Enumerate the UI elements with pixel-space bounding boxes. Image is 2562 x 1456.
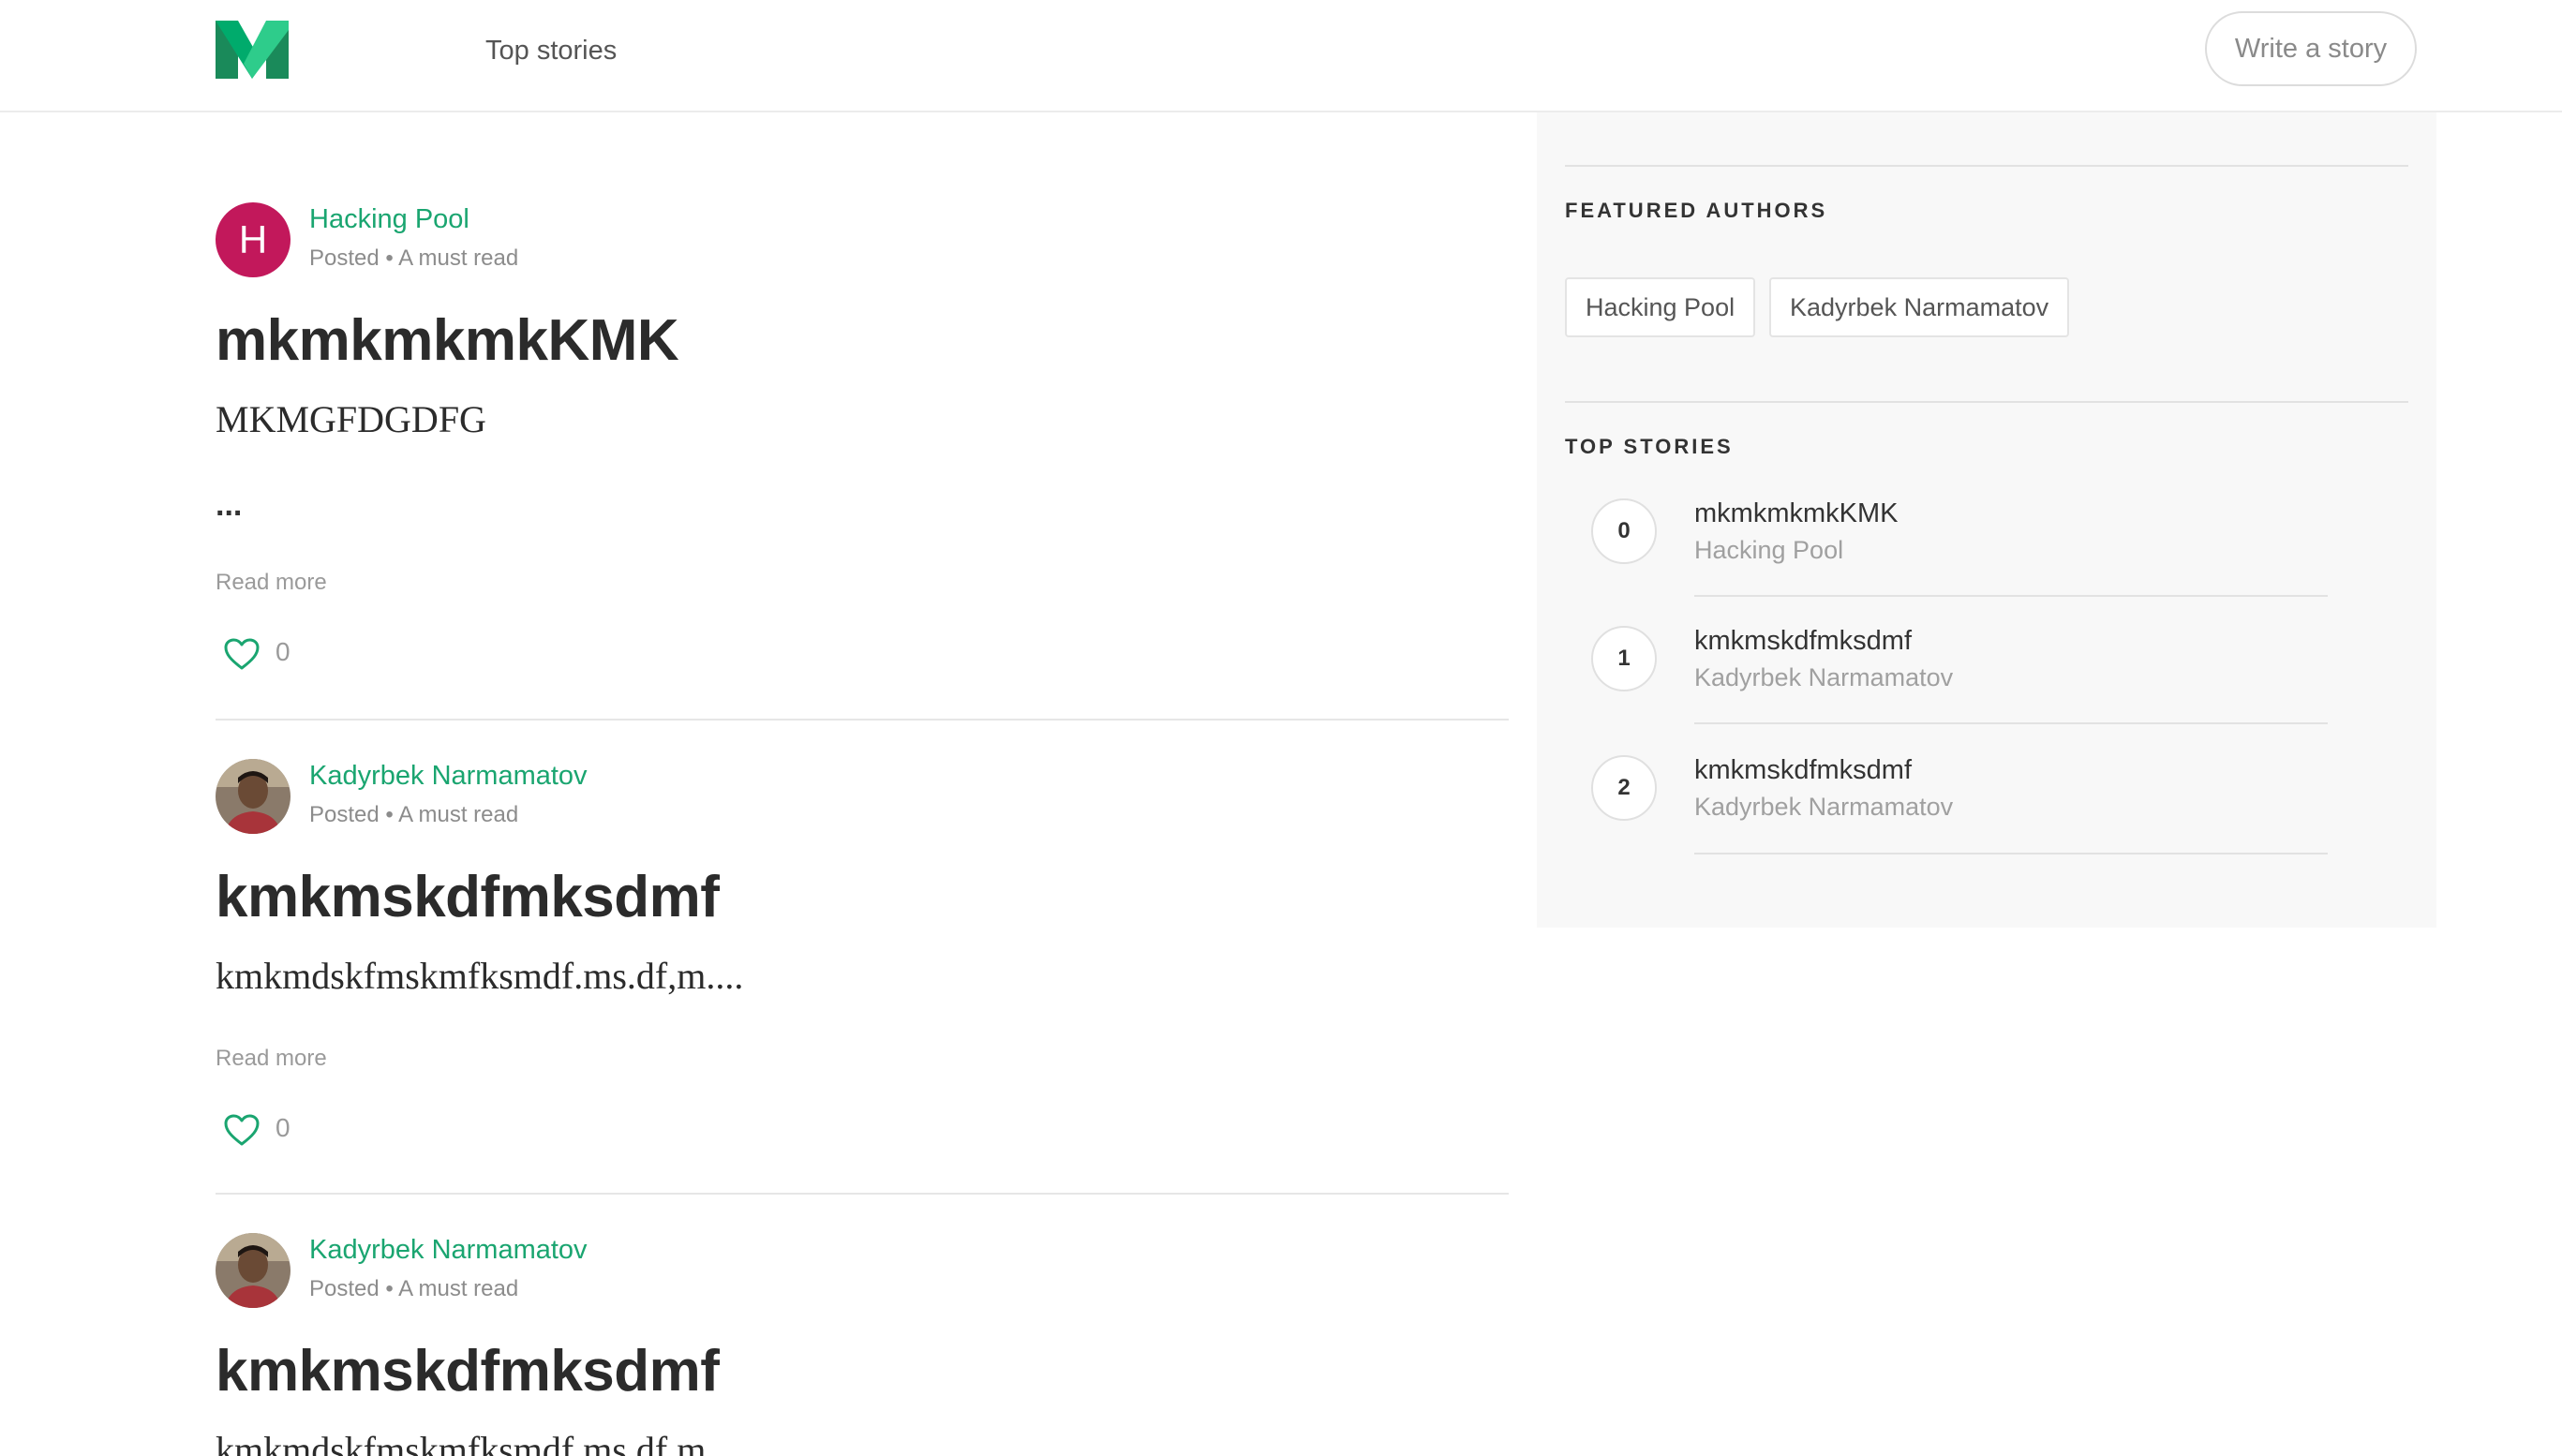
sidebar-divider — [1565, 165, 2408, 167]
post-header: H Hacking Pool Posted • A must read — [216, 202, 1509, 279]
avatar[interactable] — [216, 759, 290, 834]
post-title[interactable]: kmkmskdfmksdmf — [216, 1338, 720, 1404]
post-card: H Hacking Pool Posted • A must read mkmk… — [216, 202, 1509, 680]
author-name-link[interactable]: Kadyrbek Narmamatov — [309, 761, 588, 792]
top-bar: Top stories Write a story — [0, 0, 2562, 112]
sidebar: FEATURED AUTHORS Hacking Pool Kadyrbek N… — [1537, 112, 2436, 928]
page: Top stories Write a story H Hacking Pool… — [0, 0, 2562, 1456]
post-header: Kadyrbek Narmamatov Posted • A must read — [216, 759, 1509, 836]
top-story-author[interactable]: Hacking Pool — [1694, 536, 1843, 565]
top-story-rank: 0 — [1591, 498, 1657, 564]
post-meta: Posted • A must read — [309, 802, 519, 827]
write-story-button[interactable]: Write a story — [2205, 11, 2417, 86]
top-stories-heading: TOP STORIES — [1565, 435, 1734, 458]
post-excerpt: MKMGFDGDFG — [216, 398, 486, 440]
top-story-author[interactable]: Kadyrbek Narmamatov — [1694, 663, 1953, 692]
post-meta: Posted • A must read — [309, 1276, 519, 1301]
heart-icon[interactable] — [223, 637, 261, 671]
medium-m-logo-icon[interactable] — [216, 21, 289, 79]
post-card: Kadyrbek Narmamatov Posted • A must read… — [216, 1233, 1509, 1456]
author-name-link[interactable]: Kadyrbek Narmamatov — [309, 1235, 588, 1266]
top-story-rank: 1 — [1591, 626, 1657, 691]
top-story-title-link[interactable]: mkmkmkmkKMK — [1694, 498, 1898, 529]
post-divider — [216, 719, 1509, 721]
featured-authors-heading: FEATURED AUTHORS — [1565, 199, 1828, 222]
post-title[interactable]: kmkmskdfmksdmf — [216, 864, 720, 930]
post-divider — [216, 1193, 1509, 1195]
top-story-rank: 2 — [1591, 755, 1657, 821]
like-row: 0 — [223, 1111, 335, 1149]
featured-author-chip[interactable]: Hacking Pool — [1565, 277, 1756, 337]
top-story-title-link[interactable]: kmkmskdfmksdmf — [1694, 755, 1912, 786]
top-story-author[interactable]: Kadyrbek Narmamatov — [1694, 793, 1953, 822]
top-story-divider — [1694, 595, 2328, 597]
featured-author-chip[interactable]: Kadyrbek Narmamatov — [1769, 277, 2070, 337]
avatar-photo-icon — [216, 759, 290, 834]
avatar[interactable] — [216, 1233, 290, 1308]
sidebar-divider — [1565, 401, 2408, 403]
top-story-divider — [1694, 853, 2328, 854]
read-more-link[interactable]: Read more — [216, 570, 327, 596]
read-more-link[interactable]: Read more — [216, 1046, 327, 1072]
like-count: 0 — [276, 1113, 290, 1142]
post-excerpt: kmkmdskfmskmfksmdf.ms.df,m.... — [216, 955, 744, 997]
heart-icon[interactable] — [223, 1113, 261, 1147]
like-count: 0 — [276, 637, 290, 666]
post-title[interactable]: mkmkmkmkKMK — [216, 307, 679, 374]
avatar-photo-icon — [216, 1233, 290, 1308]
post-header: Kadyrbek Narmamatov Posted • A must read — [216, 1233, 1509, 1310]
post-excerpt: kmkmdskfmskmfksmdf.ms.df,m.... — [216, 1429, 744, 1456]
post-meta: Posted • A must read — [309, 245, 519, 271]
top-story-title-link[interactable]: kmkmskdfmksdmf — [1694, 626, 1912, 657]
avatar[interactable]: H — [216, 202, 290, 277]
nav-top-stories-link[interactable]: Top stories — [485, 36, 617, 67]
top-story-divider — [1694, 722, 2328, 724]
post-card: Kadyrbek Narmamatov Posted • A must read… — [216, 759, 1509, 1162]
post-ellipsis: ... — [216, 487, 243, 523]
author-name-link[interactable]: Hacking Pool — [309, 204, 469, 235]
like-row: 0 — [223, 635, 335, 673]
